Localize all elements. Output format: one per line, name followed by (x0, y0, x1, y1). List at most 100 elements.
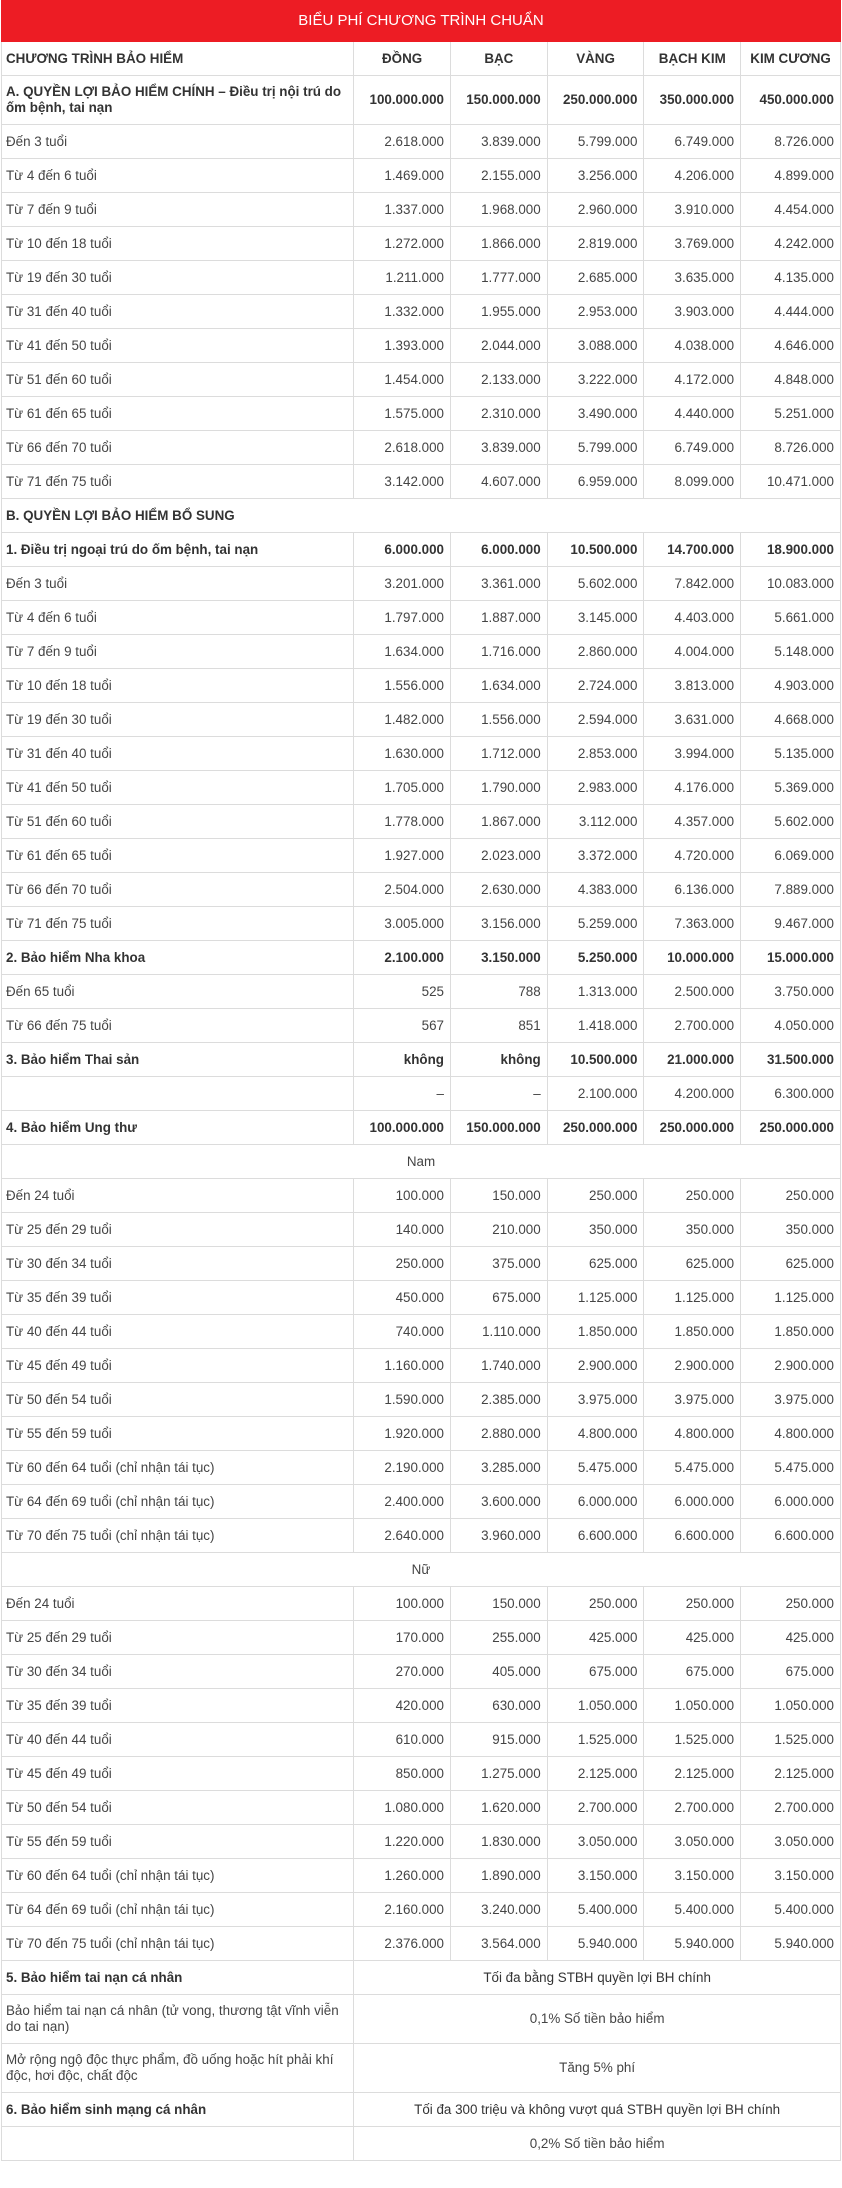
table-row: Từ 55 đến 59 tuổi 1.220.000 1.830.000 3.050… (0, 1824, 841, 1859)
table-row: Bảo hiểm tai nạn cá nhân (tử vong, thươn… (0, 1994, 841, 2044)
sum-insured-cell: 150.000.000 (449, 75, 548, 125)
value-cell: 420.000 (353, 1688, 451, 1723)
value-cell: 3.903.000 (643, 294, 742, 329)
table-row: Từ 50 đến 54 tuổi 1.590.000 2.385.000 3.975… (0, 1382, 841, 1417)
value-cell: 1.887.000 (449, 600, 548, 635)
row-label: Từ 61 đến 65 tuổi (0, 838, 355, 873)
table-row: Từ 7 đến 9 tuổi 1.634.000 1.716.000 2.860.0… (0, 634, 841, 669)
value-cell: 4.444.000 (740, 294, 841, 329)
row-label: Từ 66 đến 75 tuổi (0, 1008, 355, 1043)
value-cell: 4.800.000 (546, 1416, 645, 1451)
value-cell: 1.634.000 (449, 668, 548, 703)
value-cell: 1.556.000 (449, 702, 548, 737)
value-cell: 1.525.000 (740, 1722, 841, 1757)
value-cell: 3.156.000 (449, 906, 548, 941)
value-cell: 2.953.000 (546, 294, 645, 329)
header-tier: BẠCH KIM (643, 41, 742, 76)
header-tier: VÀNG (546, 41, 645, 76)
value-cell: 625.000 (546, 1246, 645, 1281)
value-cell: 2.044.000 (449, 328, 548, 363)
accident-label: 5. Bảo hiểm tai nạn cá nhân (0, 1960, 355, 1995)
value-cell: 3.050.000 (643, 1824, 742, 1859)
value-cell: 6.959.000 (546, 464, 645, 499)
value-cell: 3.750.000 (740, 974, 841, 1009)
table-row: Từ 19 đến 30 tuổi 1.211.000 1.777.000 2.685… (0, 260, 841, 295)
row-label: Từ 31 đến 40 tuổi (0, 736, 355, 771)
value-cell: 1.080.000 (353, 1790, 451, 1825)
value-cell: 1.110.000 (449, 1314, 548, 1349)
value-cell: 1.160.000 (353, 1348, 451, 1383)
value-cell: 5.369.000 (740, 770, 841, 805)
row-label: Từ 4 đến 6 tuổi (0, 158, 355, 193)
table-row: Từ 45 đến 49 tuổi 850.000 1.275.000 2.125.0… (0, 1756, 841, 1791)
value-cell: 350.000 (546, 1212, 645, 1247)
value-cell: 1.211.000 (353, 260, 451, 295)
value-cell: 1.220.000 (353, 1824, 451, 1859)
table-row: – –2.100.000 4.200.000 6.300.000 (0, 1076, 841, 1111)
value-cell: 1.050.000 (740, 1688, 841, 1723)
value-cell: 4.403.000 (643, 600, 742, 635)
value-cell: 250.000 (643, 1586, 742, 1621)
value-cell: 5.940.000 (643, 1926, 742, 1961)
sum-insured-cell: 10.500.000 (546, 532, 645, 567)
value-cell: 1.797.000 (353, 600, 451, 635)
sum-insured-cell: 250.000.000 (546, 1110, 645, 1145)
value-cell: 2.100.000 (546, 1076, 645, 1111)
table-row: Từ 40 đến 44 tuổi 610.000 915.000 1.525.000… (0, 1722, 841, 1757)
sum-insured-cell: 100.000.000 (353, 1110, 451, 1145)
value-cell: 1.418.000 (546, 1008, 645, 1043)
value-cell: 1.050.000 (643, 1688, 742, 1723)
value-cell: 3.975.000 (740, 1382, 841, 1417)
table-row: Từ 70 đến 75 tuổi (chỉ nhận tái tục) 2.64… (0, 1518, 841, 1553)
value-cell: 4.038.000 (643, 328, 742, 363)
row-label: Từ 30 đến 34 tuổi (0, 1654, 355, 1689)
row-label: Từ 51 đến 60 tuổi (0, 804, 355, 839)
row-label: Mở rộng ngộ độc thực phẩm, đồ uống hoặc … (0, 2043, 355, 2093)
maternity-label: 3. Bảo hiểm Thai sản (0, 1042, 355, 1077)
value-cell: 7.363.000 (643, 906, 742, 941)
row-label: Đến 3 tuổi (0, 566, 355, 601)
row-label: Từ 25 đến 29 tuổi (0, 1620, 355, 1655)
value-cell: 2.700.000 (546, 1790, 645, 1825)
row-label: Từ 70 đến 75 tuổi (chỉ nhận tái tục) (0, 1518, 355, 1553)
value-cell: 4.607.000 (449, 464, 548, 499)
life-header: 6. Bảo hiểm sinh mạng cá nhân Tối đa 300 … (0, 2092, 841, 2127)
value-cell: 1.125.000 (546, 1280, 645, 1315)
value-cell: 3.910.000 (643, 192, 742, 227)
value-cell: 3.975.000 (546, 1382, 645, 1417)
value-cell: 3.631.000 (643, 702, 742, 737)
value-cell: 4.206.000 (643, 158, 742, 193)
table-row: Từ 66 đến 70 tuổi 2.504.000 2.630.000 4.383… (0, 872, 841, 907)
value-cell: 2.900.000 (643, 1348, 742, 1383)
row-label: Từ 60 đến 64 tuổi (chỉ nhận tái tục) (0, 1450, 355, 1485)
gender-label-female: Nữ (1, 1552, 841, 1587)
value-cell: 1.968.000 (449, 192, 548, 227)
row-label: Từ 7 đến 9 tuổi (0, 192, 355, 227)
value-cell: 4.454.000 (740, 192, 841, 227)
row-label: Từ 64 đến 69 tuổi (chỉ nhận tái tục) (0, 1892, 355, 1927)
value-cell: 1.866.000 (449, 226, 548, 261)
value-cell: 4.176.000 (643, 770, 742, 805)
value-cell: 3.994.000 (643, 736, 742, 771)
value-cell: 3.150.000 (643, 1858, 742, 1893)
sum-insured-cell: 6.000.000 (353, 532, 451, 567)
value-cell: 100.000 (353, 1178, 451, 1213)
value-cell: 270.000 (353, 1654, 451, 1689)
value-cell: 2.853.000 (546, 736, 645, 771)
value-cell: 1.525.000 (546, 1722, 645, 1757)
value-cell: 4.800.000 (643, 1416, 742, 1451)
row-label: Đến 65 tuổi (0, 974, 355, 1009)
value-cell: 2.125.000 (643, 1756, 742, 1791)
value-cell: 3.600.000 (449, 1484, 548, 1519)
sum-insured-cell: 18.900.000 (740, 532, 841, 567)
value-cell: 6.749.000 (643, 124, 742, 159)
row-label: Từ 55 đến 59 tuổi (0, 1824, 355, 1859)
row-label: Từ 35 đến 39 tuổi (0, 1688, 355, 1723)
value-cell: 405.000 (449, 1654, 548, 1689)
value-cell: 2.880.000 (449, 1416, 548, 1451)
value-cell: 1.927.000 (353, 838, 451, 873)
table-row: Từ 31 đến 40 tuổi 1.630.000 1.712.000 2.853… (0, 736, 841, 771)
value-cell: 7.842.000 (643, 566, 742, 601)
row-label: Từ 70 đến 75 tuổi (chỉ nhận tái tục) (0, 1926, 355, 1961)
value-cell: 4.357.000 (643, 804, 742, 839)
